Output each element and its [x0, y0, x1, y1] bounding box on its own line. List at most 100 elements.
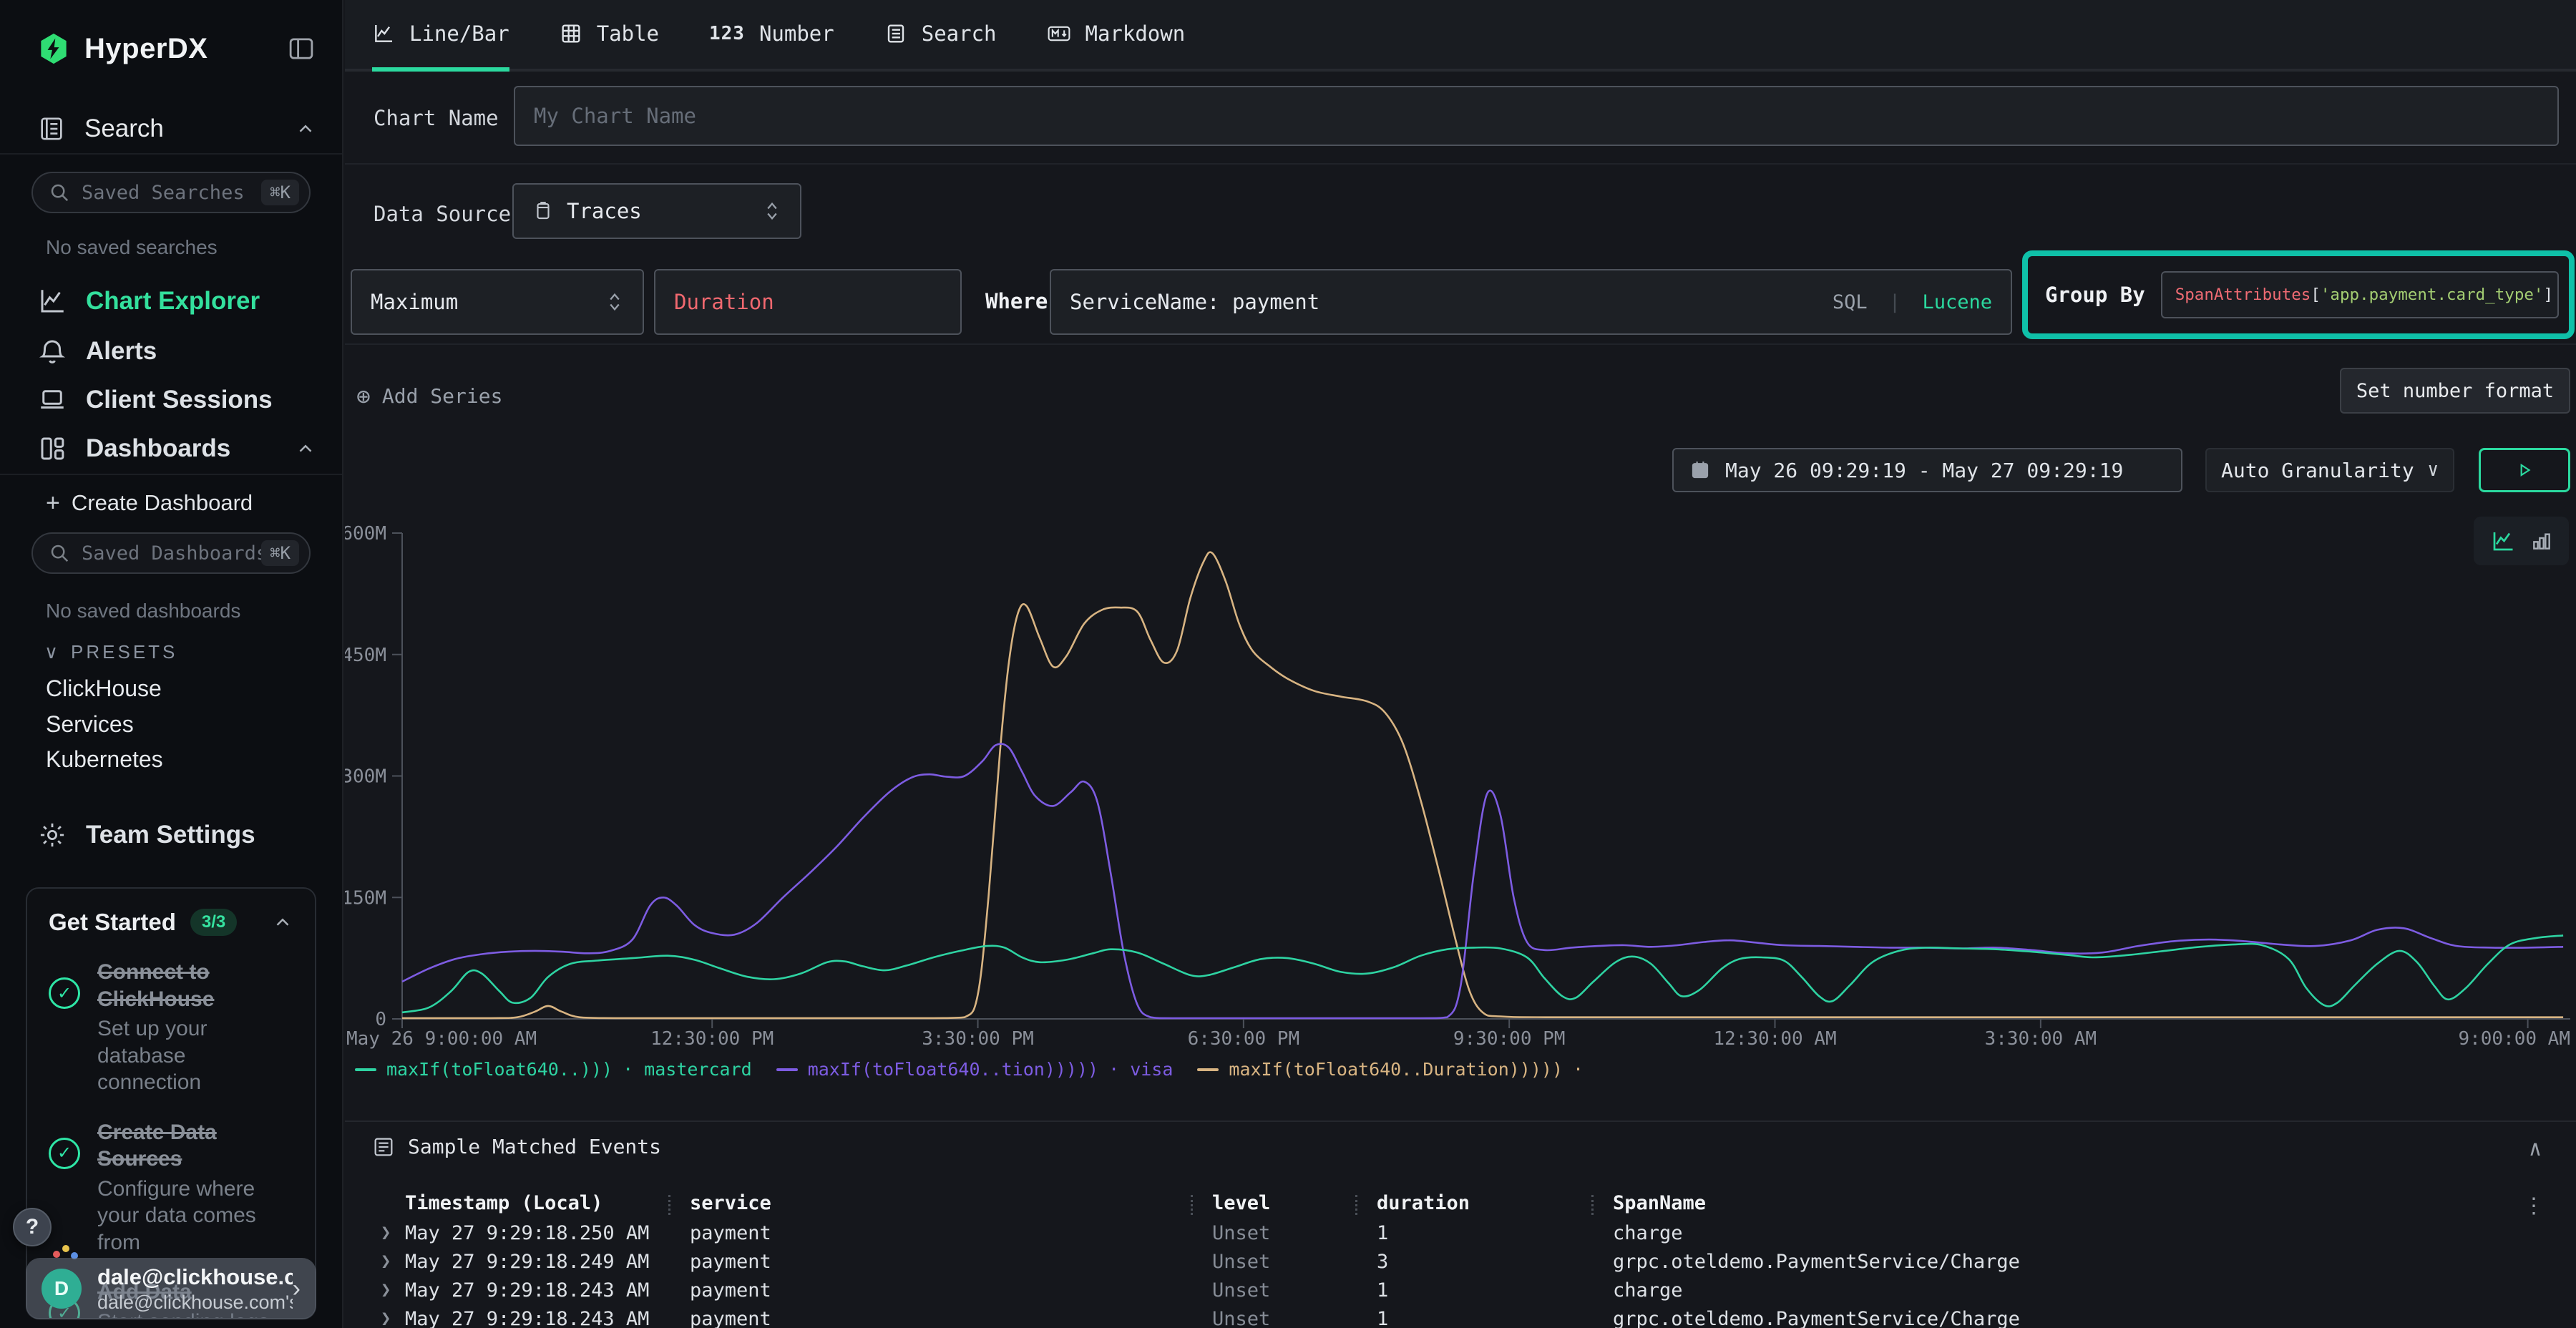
tab-search[interactable]: Search: [884, 0, 997, 72]
play-icon: [2515, 461, 2534, 479]
chevron-up-icon[interactable]: [272, 912, 293, 933]
legend-group-name: · mastercard: [623, 1059, 752, 1080]
sidebar-item-client-sessions[interactable]: Client Sessions: [37, 379, 316, 421]
get-started-item[interactable]: ✓ Connect to ClickHouseSet up your datab…: [49, 959, 293, 1096]
gear-icon: [37, 820, 67, 850]
tab-number[interactable]: 123 Number: [709, 0, 834, 72]
saved-dashboards-search[interactable]: ⌘K: [31, 532, 311, 574]
svg-text:May 26 9:00:00 AM: May 26 9:00:00 AM: [346, 1028, 537, 1050]
table-row[interactable]: ❯ May 27 9:29:18.243 AM payment Unset 1 …: [345, 1308, 2576, 1328]
group-by-field[interactable]: SpanAttributes['app.payment.card_type']: [2161, 271, 2559, 318]
legend-group-name: · visa: [1108, 1059, 1173, 1080]
tab-markdown[interactable]: Markdown: [1047, 0, 1186, 72]
sql-toggle[interactable]: SQL: [1833, 291, 1868, 313]
get-started-item-title: Create Data Sources: [97, 1120, 217, 1171]
preset-clickhouse[interactable]: ClickHouse: [46, 675, 162, 702]
preset-kubernetes[interactable]: Kubernetes: [46, 746, 163, 773]
cell-service: payment: [690, 1308, 771, 1328]
cell-level: Unset: [1212, 1308, 1270, 1328]
chart-legend: maxIf(toFloat640..))) · mastercard maxIf(…: [355, 1059, 2569, 1080]
legend-item[interactable]: maxIf(toFloat640..Duration))))) ·: [1197, 1059, 1584, 1080]
row-expand-chevron-icon[interactable]: ❯: [381, 1308, 391, 1328]
help-button[interactable]: ?: [13, 1208, 52, 1246]
column-header[interactable]: SpanName: [1613, 1192, 1706, 1214]
svg-text:12:30:00 AM: 12:30:00 AM: [1713, 1028, 1836, 1050]
column-header[interactable]: service: [690, 1192, 771, 1214]
svg-text:3:30:00 PM: 3:30:00 PM: [922, 1028, 1034, 1050]
tab-label: Search: [922, 21, 997, 46]
select-chevrons-icon: [763, 200, 781, 222]
svg-text:9:30:00 PM: 9:30:00 PM: [1453, 1028, 1566, 1050]
sidebar-item-dashboards[interactable]: Dashboards: [37, 428, 316, 469]
sidebar-item-label: Chart Explorer: [86, 287, 260, 316]
date-range-picker[interactable]: May 26 09:29:19 - May 27 09:29:19: [1672, 448, 2182, 492]
preset-services[interactable]: Services: [46, 711, 134, 738]
get-started-item[interactable]: ✓ Create Data SourcesConfigure where you…: [49, 1119, 293, 1256]
run-query-button[interactable]: [2479, 448, 2570, 492]
sidebar: HyperDX Search ⌘K No saved searches Char…: [0, 0, 343, 1328]
column-header[interactable]: Timestamp (Local): [405, 1192, 602, 1214]
brand-row: HyperDX: [37, 29, 316, 69]
sidebar-item-team-settings[interactable]: Team Settings: [37, 814, 316, 856]
sidebar-item-label: Team Settings: [86, 821, 255, 849]
granularity-select[interactable]: Auto Granularity ∨: [2205, 448, 2454, 492]
where-field[interactable]: ServiceName: payment SQL | Lucene: [1050, 269, 2012, 335]
svg-text:150M: 150M: [345, 887, 386, 909]
aggregation-select[interactable]: Maximum: [351, 269, 644, 335]
markdown-icon: [1047, 22, 1071, 45]
tab-table[interactable]: Table: [560, 0, 659, 72]
timeseries-chart[interactable]: 0150M300M450M600MMay 26 9:00:00 AM12:30:…: [345, 501, 2576, 1059]
legend-item[interactable]: maxIf(toFloat640..tion))))) · visa: [776, 1059, 1174, 1080]
table-row[interactable]: ❯ May 27 9:29:18.250 AM payment Unset 1 …: [345, 1222, 2576, 1251]
no-saved-dashboards-text: No saved dashboards: [46, 600, 240, 622]
shortcut-badge: ⌘K: [261, 540, 299, 566]
sidebar-section-search[interactable]: Search: [37, 109, 316, 149]
sidebar-item-label: Client Sessions: [86, 386, 273, 414]
set-number-format-button[interactable]: Set number format: [2340, 368, 2570, 414]
row-expand-chevron-icon[interactable]: ❯: [381, 1279, 391, 1299]
panel-collapse-chevron-icon[interactable]: ∧: [2529, 1136, 2542, 1161]
lucene-toggle[interactable]: Lucene: [1922, 291, 1992, 313]
create-dashboard-label: Create Dashboard: [72, 490, 253, 516]
sample-events-panel: Sample Matched Events ∧ ⋮ Timestamp (Loc…: [345, 1120, 2576, 1328]
aggregation-value: Maximum: [371, 290, 458, 314]
cell-spanname: charge: [1613, 1222, 1683, 1244]
presets-header[interactable]: ∨ PRESETS: [44, 641, 177, 663]
check-circle-icon: ✓: [49, 977, 80, 1009]
saved-searches-search[interactable]: ⌘K: [31, 172, 311, 213]
check-circle-icon: ✓: [49, 1138, 80, 1169]
sample-events-title: Sample Matched Events: [408, 1135, 661, 1158]
toggle-separator: |: [1879, 291, 1911, 313]
tab-line-bar[interactable]: Line/Bar: [372, 0, 509, 72]
get-started-title: Get Started: [49, 909, 176, 936]
chart-line-icon: [37, 286, 67, 316]
row-expand-chevron-icon[interactable]: ❯: [381, 1251, 391, 1271]
set-number-format-label: Set number format: [2356, 380, 2554, 402]
data-source-select[interactable]: Traces: [512, 183, 801, 239]
table-icon: [560, 22, 582, 45]
bell-icon: [37, 336, 67, 366]
column-header[interactable]: duration: [1377, 1192, 1470, 1214]
tab-label: Number: [759, 21, 834, 46]
add-series-button[interactable]: ⊕ Add Series: [356, 374, 502, 418]
user-menu[interactable]: D dale@clickhouse.com dale@clickhouse.co…: [26, 1258, 316, 1319]
sidebar-item-label: Alerts: [86, 337, 157, 366]
no-saved-searches-text: No saved searches: [46, 236, 218, 259]
table-row[interactable]: ❯ May 27 9:29:18.243 AM payment Unset 1 …: [345, 1279, 2576, 1308]
field-value: Duration: [674, 290, 774, 314]
field-select[interactable]: Duration: [654, 269, 962, 335]
legend-item[interactable]: maxIf(toFloat640..))) · mastercard: [355, 1059, 752, 1080]
group-by-fn: SpanAttributes: [2175, 285, 2311, 304]
query-language-toggle[interactable]: SQL | Lucene: [1833, 291, 1992, 313]
saved-searches-input[interactable]: [82, 182, 261, 204]
sidebar-collapse-button[interactable]: [286, 34, 316, 64]
saved-dashboards-input[interactable]: [82, 542, 261, 565]
row-expand-chevron-icon[interactable]: ❯: [381, 1222, 391, 1242]
sidebar-item-chart-explorer[interactable]: Chart Explorer: [37, 280, 316, 322]
column-header[interactable]: level: [1212, 1192, 1270, 1214]
chart-name-input[interactable]: [534, 104, 2539, 128]
legend-group-name: ·: [1573, 1059, 1584, 1080]
table-row[interactable]: ❯ May 27 9:29:18.249 AM payment Unset 3 …: [345, 1251, 2576, 1279]
sidebar-item-alerts[interactable]: Alerts: [37, 331, 316, 372]
create-dashboard-button[interactable]: + Create Dashboard: [46, 485, 316, 521]
